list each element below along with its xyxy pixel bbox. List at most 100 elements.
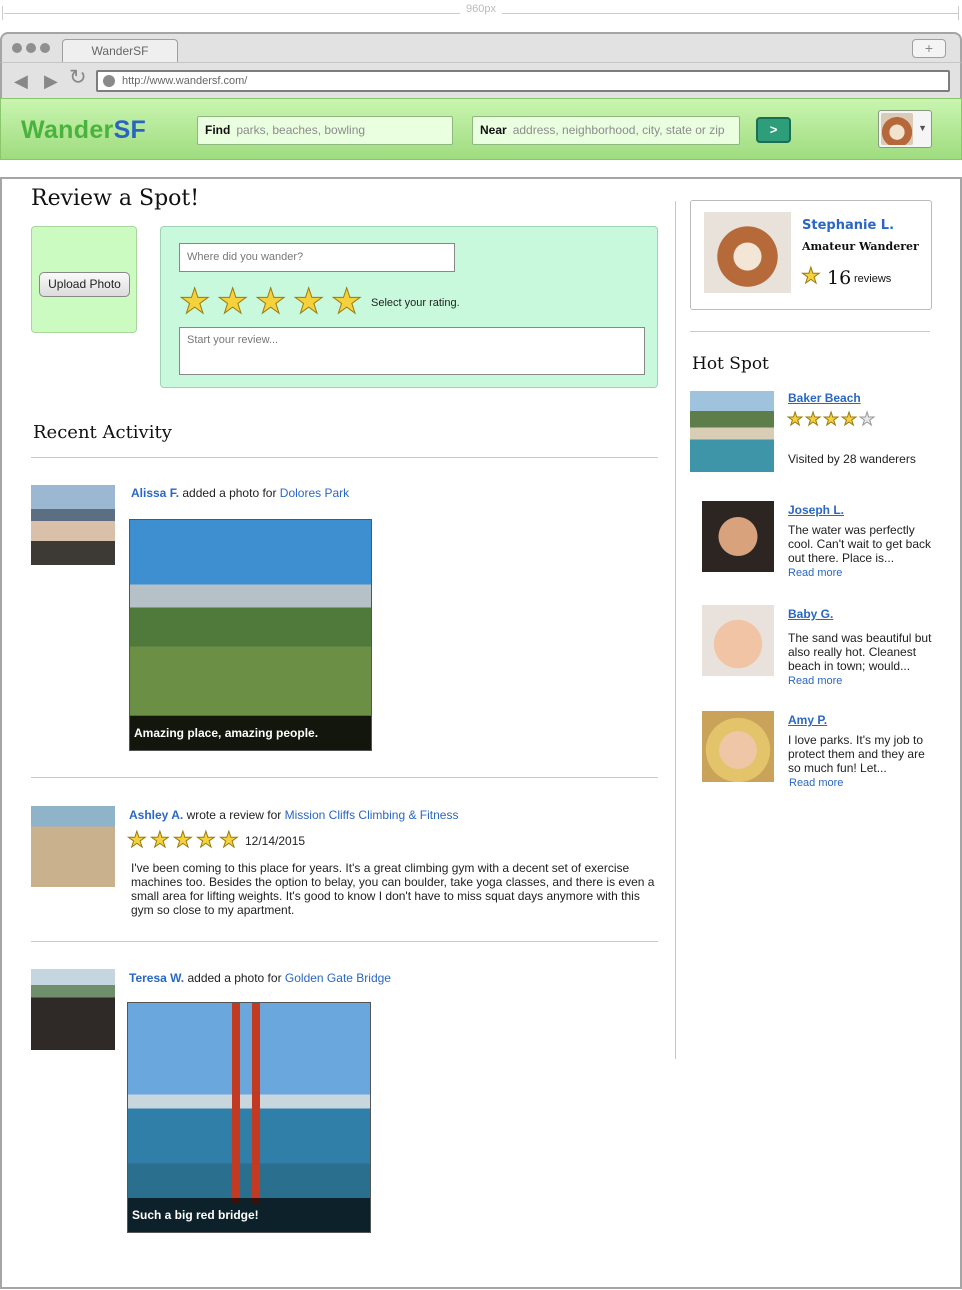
ruler-label-text: 960px <box>460 3 502 15</box>
hot-spot-name[interactable]: Baker Beach <box>788 391 861 405</box>
read-more-link[interactable]: Read more <box>788 567 842 579</box>
profile-card: Stephanie L. Amateur Wanderer ★ 16 revie… <box>690 200 932 310</box>
read-more-link[interactable]: Read more <box>789 777 843 789</box>
reviewer-name[interactable]: Baby G. <box>788 607 833 621</box>
globe-icon <box>103 75 115 87</box>
review-form: Where did you wander? ★ ★ ★ ★ ★ Select y… <box>160 226 658 388</box>
tab-bar: WanderSF + <box>0 32 962 64</box>
reviewer-photo[interactable] <box>702 605 774 676</box>
read-more-link[interactable]: Read more <box>788 675 842 687</box>
activity-headline: Ashley A. wrote a review for Mission Cli… <box>129 808 458 822</box>
activity-place-link[interactable]: Mission Cliffs Climbing & Fitness <box>285 808 459 822</box>
reviewer-photo[interactable] <box>702 501 774 572</box>
photo-caption: Such a big red bridge! <box>128 1198 370 1232</box>
reviewer-text: I love parks. It's my job to protect the… <box>788 733 925 775</box>
hot-spot-visits: Visited by 28 wanderers <box>788 452 916 466</box>
upload-panel: Upload Photo <box>31 226 137 333</box>
star-icon[interactable]: ★ <box>255 284 291 320</box>
search-go-button[interactable]: > <box>756 117 791 143</box>
star-icon: ★ <box>787 409 804 429</box>
divider <box>31 777 658 778</box>
star-icon[interactable]: ★ <box>331 284 367 320</box>
review-rating: ★ ★ ★ ★ ★ <box>127 827 241 852</box>
url-text: http://www.wandersf.com/ <box>122 75 248 87</box>
activity-verb: wrote a review for <box>186 808 282 822</box>
activity-photo[interactable]: Such a big red bridge! <box>127 1002 371 1233</box>
divider <box>31 457 658 458</box>
review-count-label: reviews <box>854 273 892 285</box>
new-tab-button[interactable]: + <box>912 39 946 58</box>
width-ruler: 960px <box>0 0 962 22</box>
star-icon: ★ <box>219 827 240 852</box>
app-header: WanderSF Find parks, beaches, bowling Nea… <box>0 98 962 160</box>
activity-user-link[interactable]: Ashley A. <box>129 808 183 822</box>
back-arrow-icon[interactable]: ◀ <box>14 72 28 90</box>
review-count: 16 <box>827 267 852 289</box>
browser-window: WanderSF + ◀ ▶ ↻ http://www.wandersf.com… <box>0 32 962 160</box>
find-label: Find <box>205 123 231 137</box>
star-icon[interactable]: ★ <box>179 284 215 320</box>
address-bar: ◀ ▶ ↻ http://www.wandersf.com/ <box>0 62 962 98</box>
reviewer-photo[interactable] <box>702 711 774 782</box>
activity-verb: added a photo for <box>187 971 282 985</box>
activity-place-link[interactable]: Dolores Park <box>280 486 349 500</box>
bridge-tower <box>232 1003 260 1203</box>
activity-avatar[interactable] <box>31 485 115 565</box>
activity-photo[interactable]: Amazing place, amazing people. <box>129 519 372 751</box>
recent-activity-title: Recent Activity <box>33 422 172 443</box>
star-icon[interactable]: ★ <box>217 284 253 320</box>
activity-avatar[interactable] <box>31 806 115 887</box>
reload-icon[interactable]: ↻ <box>69 67 87 88</box>
activity-avatar[interactable] <box>31 969 115 1050</box>
url-field[interactable]: http://www.wandersf.com/ <box>96 70 950 92</box>
activity-verb: added a photo for <box>182 486 277 500</box>
reviewer-text: The water was perfectly cool. Can't wait… <box>788 523 932 565</box>
photo-caption: Amazing place, amazing people. <box>130 716 371 750</box>
near-label: Near <box>480 123 507 137</box>
reviewer-name[interactable]: Joseph L. <box>788 503 844 517</box>
where-input[interactable]: Where did you wander? <box>179 243 455 272</box>
hot-spot-rating: ★ ★ ★ ★ ★ <box>787 409 876 429</box>
star-icon: ★ <box>196 827 217 852</box>
forward-arrow-icon[interactable]: ▶ <box>44 72 58 90</box>
divider <box>31 941 658 942</box>
star-icon: ★ <box>805 409 822 429</box>
rating-stars[interactable]: ★ ★ ★ ★ ★ <box>179 284 367 320</box>
upload-photo-button[interactable]: Upload Photo <box>39 272 130 297</box>
hot-spot-photo[interactable] <box>690 391 774 472</box>
star-icon: ★ <box>127 827 148 852</box>
hot-spot-title: Hot Spot <box>692 354 769 374</box>
review-date: 12/14/2015 <box>245 834 306 848</box>
user-avatar <box>881 113 913 145</box>
page-title: Review a Spot! <box>31 186 200 211</box>
browser-tab[interactable]: WanderSF <box>62 39 178 64</box>
star-icon: ★ <box>823 409 840 429</box>
activity-user-link[interactable]: Alissa F. <box>131 486 179 500</box>
logo[interactable]: WanderSF <box>21 116 146 145</box>
star-icon: ★ <box>841 409 858 429</box>
close-dot-icon[interactable] <box>12 43 22 53</box>
window-controls[interactable] <box>12 43 50 53</box>
profile-name[interactable]: Stephanie L. <box>802 218 894 233</box>
maximize-dot-icon[interactable] <box>40 43 50 53</box>
star-icon: ★ <box>801 263 822 288</box>
review-textarea[interactable]: Start your review... <box>179 327 645 375</box>
review-text: I've been coming to this place for years… <box>131 861 655 917</box>
minimize-dot-icon[interactable] <box>26 43 36 53</box>
ruler-label: 960px <box>0 3 962 15</box>
chevron-down-icon: ▼ <box>918 123 927 133</box>
profile-photo[interactable] <box>704 212 791 293</box>
activity-user-link[interactable]: Teresa W. <box>129 971 184 985</box>
find-input[interactable]: Find parks, beaches, bowling <box>197 116 453 145</box>
find-placeholder: parks, beaches, bowling <box>236 123 366 137</box>
reviewer-text: The sand was beautiful but also really h… <box>788 631 932 673</box>
activity-headline: Alissa F. added a photo for Dolores Park <box>131 486 349 500</box>
star-icon[interactable]: ★ <box>293 284 329 320</box>
star-icon: ★ <box>150 827 171 852</box>
reviewer-name[interactable]: Amy P. <box>788 713 827 727</box>
activity-place-link[interactable]: Golden Gate Bridge <box>285 971 391 985</box>
divider <box>690 331 930 332</box>
profile-rank: Amateur Wanderer <box>802 240 919 253</box>
user-menu-button[interactable]: ▼ <box>878 110 932 148</box>
near-input[interactable]: Near address, neighborhood, city, state o… <box>472 116 740 145</box>
